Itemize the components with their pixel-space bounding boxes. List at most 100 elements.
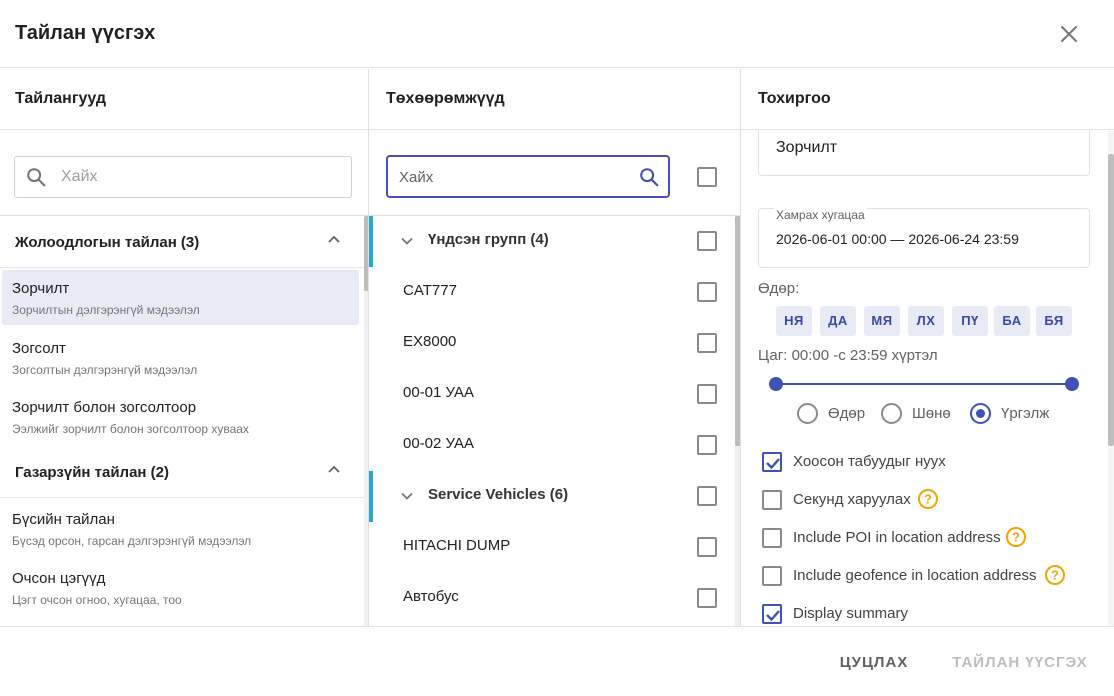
report-item-trips[interactable]: Зорчилт Зорчилтын дэлгэрэнгүй мэдээлэл <box>2 270 359 325</box>
dialog-footer: ЦУЦЛАХ ТАЙЛАН ҮҮСГЭХ <box>0 626 1114 696</box>
report-item-subtitle: Ээлжийг зорчилт болон зогсолтоор хуваах <box>12 422 249 436</box>
close-button[interactable] <box>1055 20 1083 48</box>
report-item-subtitle: Зогсолтын дэлгэрэнгүй мэдээлэл <box>12 363 198 377</box>
days-label: Өдөр: <box>758 280 800 297</box>
option-hide-empty-tabs[interactable]: Хоосон табуудыг нуух <box>762 450 1102 474</box>
mode-radio-always-label: Үргэлж <box>1001 405 1050 422</box>
search-icon <box>27 168 46 187</box>
reports-heading: Тайлангууд <box>15 90 107 107</box>
device-label: EX8000 <box>403 333 457 350</box>
device-row[interactable]: CAT777 <box>369 267 735 318</box>
day-button-sat[interactable]: БЯ <box>1036 306 1072 336</box>
time-range-label: Цаг: 00:00 -с 23:59 хүртэл <box>758 347 938 364</box>
option-checkbox[interactable] <box>762 452 782 472</box>
option-include-geofence[interactable]: Include geofence in location address ? <box>762 564 1102 588</box>
date-range-label: Хамрах хугацаа <box>774 208 867 222</box>
check-icon <box>766 458 780 470</box>
option-label: Include POI in location address <box>793 529 1001 546</box>
device-checkbox[interactable] <box>697 384 717 404</box>
device-row[interactable]: 00-01 УАА <box>369 369 735 420</box>
report-item-stops[interactable]: Зогсолт Зогсолтын дэлгэрэнгүй мэдээлэл <box>2 330 359 385</box>
report-item-title: Зорчилт <box>12 280 70 297</box>
device-row[interactable]: EX8000 <box>369 318 735 369</box>
settings-scrollbar-thumb[interactable] <box>1108 154 1114 446</box>
create-report-dialog: Тайлан үүсгэх Тайлангууд Жолоодлогын тай… <box>0 0 1114 696</box>
devices-heading: Төхөөрөмжүүд <box>386 90 505 107</box>
close-icon <box>1061 26 1077 42</box>
device-checkbox[interactable] <box>697 435 717 455</box>
generate-report-button[interactable]: ТАЙЛАН ҮҮСГЭХ <box>944 649 1096 677</box>
report-item-subtitle: Зорчилтын дэлгэрэнгүй мэдээлэл <box>12 303 200 317</box>
day-button-mon[interactable]: ДА <box>820 306 856 336</box>
reports-search-input[interactable] <box>61 166 341 188</box>
dialog-title: Тайлан үүсгэх <box>15 22 156 44</box>
option-checkbox[interactable] <box>762 528 782 548</box>
option-display-summary[interactable]: Display summary <box>762 602 1102 626</box>
device-checkbox[interactable] <box>697 537 717 557</box>
chevron-up-icon[interactable] <box>326 232 342 248</box>
option-checkbox[interactable] <box>762 566 782 586</box>
report-item-title: Бүсийн тайлан <box>12 511 115 528</box>
option-include-poi[interactable]: Include POI in location address ? <box>762 526 1102 550</box>
device-row[interactable]: 00-02 УАА <box>369 420 735 471</box>
help-icon[interactable]: ? <box>917 488 939 510</box>
device-group-checkbox[interactable] <box>697 486 717 506</box>
device-checkbox[interactable] <box>697 282 717 302</box>
day-button-wed[interactable]: ЛХ <box>908 306 944 336</box>
help-icon[interactable]: ? <box>1005 526 1027 548</box>
option-label: Display summary <box>793 605 909 622</box>
day-button-fri[interactable]: БА <box>994 306 1030 336</box>
time-range-end-handle[interactable] <box>1065 377 1079 391</box>
day-button-thu[interactable]: ПҮ <box>952 306 988 336</box>
report-item-geofence[interactable]: Бүсийн тайлан Бүсэд орсон, гарсан дэлгэр… <box>2 501 359 556</box>
devices-header: Төхөөрөмжүүд <box>369 69 740 130</box>
devices-search[interactable] <box>386 155 670 198</box>
time-range-start-handle[interactable] <box>769 377 783 391</box>
dialog-header: Тайлан үүсгэх <box>0 0 1114 68</box>
chevron-down-icon[interactable] <box>400 234 414 248</box>
time-range-slider-track[interactable] <box>776 383 1072 385</box>
option-checkbox[interactable] <box>762 490 782 510</box>
cancel-button[interactable]: ЦУЦЛАХ <box>826 649 922 677</box>
chevron-down-icon[interactable] <box>400 489 414 503</box>
device-label: Автобус <box>403 588 459 605</box>
reports-column: Тайлангууд Жолоодлогын тайлан (3) Зорчил… <box>0 69 369 626</box>
device-row[interactable]: HITACHI DUMP <box>369 522 735 573</box>
day-button-tue[interactable]: МЯ <box>864 306 900 336</box>
device-group-row[interactable]: Service Vehicles (6) <box>369 471 735 522</box>
option-show-seconds[interactable]: Секунд харуулах ? <box>762 488 1102 512</box>
device-checkbox[interactable] <box>697 588 717 608</box>
option-label: Секунд харуулах <box>793 491 911 508</box>
report-group-geo[interactable]: Газарзүйн тайлан (2) <box>0 446 364 498</box>
check-icon <box>766 610 780 622</box>
device-row[interactable]: Автобус <box>369 573 735 624</box>
device-label: 00-01 УАА <box>403 384 475 401</box>
report-item-trips-and-stops[interactable]: Зорчилт болон зогсолтоор Ээлжийг зорчилт… <box>2 389 359 444</box>
reports-search[interactable] <box>14 156 352 198</box>
svg-text:?: ? <box>1012 530 1020 545</box>
mode-radio-always[interactable] <box>970 403 991 424</box>
report-group-driving[interactable]: Жолоодлогын тайлан (3) <box>0 216 364 268</box>
report-group-title: Жолоодлогын тайлан (3) <box>15 234 200 251</box>
device-label: HITACHI DUMP <box>403 537 511 554</box>
report-name-field[interactable]: Зорчилт <box>758 125 1090 176</box>
device-group-checkbox[interactable] <box>697 231 717 251</box>
device-group-row[interactable]: Үндсэн групп (4) <box>369 216 735 267</box>
settings-header: Тохиргоо <box>741 69 1114 130</box>
search-icon[interactable] <box>638 166 660 188</box>
option-checkbox[interactable] <box>762 604 782 624</box>
select-all-devices-checkbox[interactable] <box>697 167 717 187</box>
date-range-field[interactable]: Хамрах хугацаа 2026-06-01 00:00 — 2026-0… <box>758 208 1090 268</box>
report-item-visited-points[interactable]: Очсон цэгүүд Цэгт очсон огноо, хугацаа, … <box>2 560 359 615</box>
help-icon[interactable]: ? <box>1044 564 1066 586</box>
settings-heading: Тохиргоо <box>758 90 831 107</box>
reports-header: Тайлангууд <box>0 69 368 130</box>
devices-search-input[interactable] <box>399 167 619 187</box>
chevron-up-icon[interactable] <box>326 462 342 478</box>
report-item-title: Зогсолт <box>12 340 66 357</box>
device-checkbox[interactable] <box>697 333 717 353</box>
mode-radio-night[interactable] <box>881 403 902 424</box>
day-button-sun[interactable]: НЯ <box>776 306 812 336</box>
mode-radio-day[interactable] <box>797 403 818 424</box>
svg-text:?: ? <box>1051 568 1059 583</box>
